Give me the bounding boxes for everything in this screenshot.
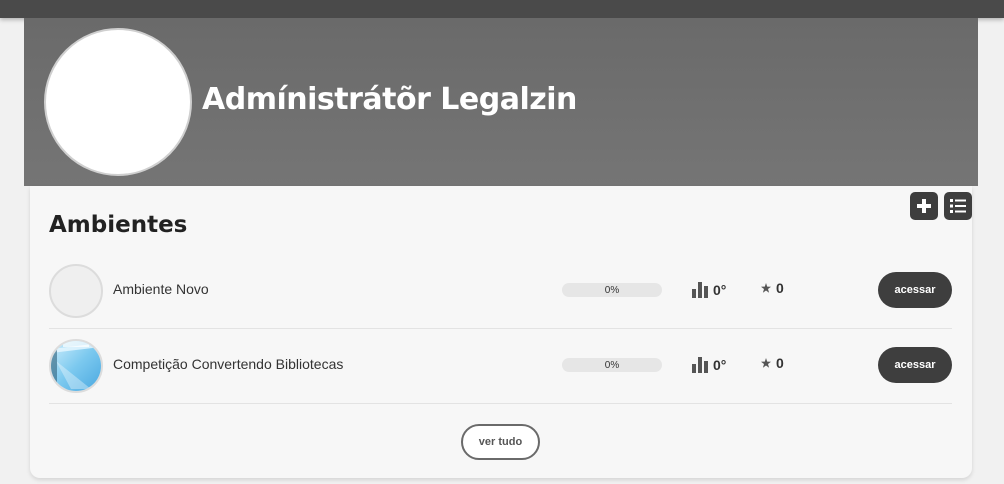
level-value: 0° (713, 282, 727, 298)
environment-progress: 0% (562, 358, 662, 372)
environment-thumbnail (51, 341, 101, 391)
bar-chart-icon (692, 282, 708, 298)
progress-label: 0% (604, 285, 620, 296)
section-title: Ambientes (49, 212, 188, 238)
environments-card: Ambientes Ambiente Novo 0% 0° 0 acessar (30, 186, 972, 478)
add-environment-button[interactable] (910, 192, 938, 220)
stars-stat: 0 (761, 355, 784, 371)
environment-name[interactable]: Ambiente Novo (113, 281, 209, 297)
stars-value: 0 (776, 355, 784, 371)
level-stat: 0° (692, 353, 726, 373)
stars-stat: 0 (761, 280, 784, 296)
profile-banner: Admínistrátõr Legalzin (24, 18, 978, 186)
access-button[interactable]: acessar (878, 347, 952, 383)
environment-avatar (49, 264, 103, 318)
environment-row: Ambiente Novo 0% 0° 0 acessar (49, 254, 952, 329)
plus-icon (917, 199, 931, 213)
see-all-button[interactable]: ver tudo (461, 424, 540, 460)
environment-name[interactable]: Competição Convertendo Bibliotecas (113, 356, 343, 372)
star-icon (761, 358, 771, 368)
profile-name: Admínistrátõr Legalzin (202, 82, 577, 117)
progress-label: 0% (604, 360, 620, 371)
profile-avatar (44, 28, 192, 176)
level-stat: 0° (692, 278, 726, 298)
environment-avatar (49, 339, 103, 393)
environment-progress: 0% (562, 283, 662, 297)
bar-chart-icon (692, 357, 708, 373)
environment-row: Competição Convertendo Bibliotecas 0% 0°… (49, 329, 952, 404)
star-icon (761, 283, 771, 293)
access-button[interactable]: acessar (878, 272, 952, 308)
top-bar (0, 0, 1004, 18)
list-view-button[interactable] (944, 192, 972, 220)
list-icon (950, 199, 966, 213)
stars-value: 0 (776, 280, 784, 296)
level-value: 0° (713, 357, 727, 373)
